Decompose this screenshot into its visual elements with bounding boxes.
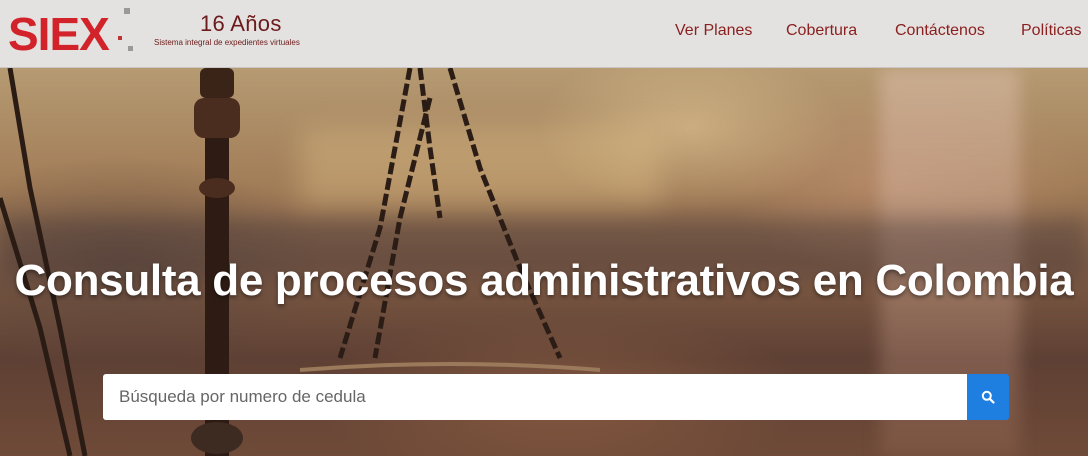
search-input[interactable] bbox=[103, 374, 967, 420]
page: SIEX 16 Años Sistema integral de expedie… bbox=[0, 0, 1088, 456]
nav-politicas[interactable]: Políticas bbox=[1021, 22, 1081, 40]
nav-ver-planes[interactable]: Ver Planes bbox=[675, 22, 752, 40]
hero-banner: Consulta de procesos administrativos en … bbox=[0, 68, 1088, 456]
main-nav: Ver Planes Cobertura Contáctenos Polític… bbox=[0, 22, 1088, 42]
nav-cobertura[interactable]: Cobertura bbox=[786, 22, 857, 40]
search-bar bbox=[103, 374, 1009, 420]
nav-contactenos[interactable]: Contáctenos bbox=[895, 22, 985, 40]
site-header: SIEX 16 Años Sistema integral de expedie… bbox=[0, 0, 1088, 68]
hero-title: Consulta de procesos administrativos en … bbox=[14, 256, 1074, 305]
search-icon bbox=[981, 390, 995, 404]
search-button[interactable] bbox=[967, 374, 1009, 420]
